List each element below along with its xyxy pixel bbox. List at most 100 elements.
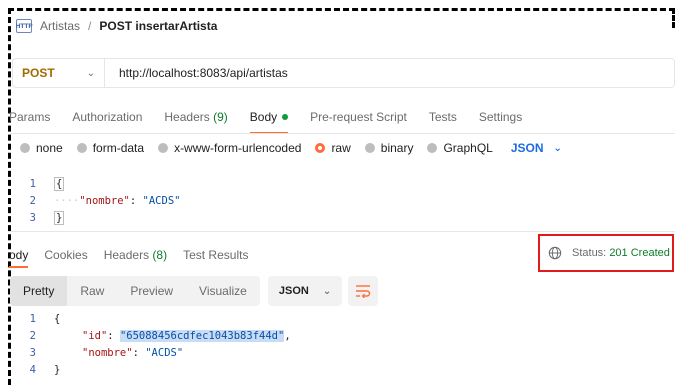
radio-icon <box>76 143 87 153</box>
radio-form-data[interactable]: form-data <box>76 141 145 155</box>
app-window: HTTP Artistas / POST insertarArtista POS… <box>0 0 675 385</box>
response-format-select[interactable]: JSON ⌄ <box>267 276 343 306</box>
radio-label: GraphQL <box>443 141 493 155</box>
view-mode-switch: Pretty Raw Preview Visualize <box>10 276 260 306</box>
breadcrumb-separator: / <box>88 19 92 33</box>
chevron-down-icon: ⌄ <box>322 285 332 297</box>
radio-icon <box>364 143 375 153</box>
tab-authorization[interactable]: Authorization <box>72 106 142 128</box>
tab-params[interactable]: Params <box>9 106 50 128</box>
dashed-border-left <box>8 8 11 385</box>
tab-label: Authorization <box>72 110 143 124</box>
radio-icon <box>20 143 30 153</box>
tab-label: Test Results <box>183 248 249 262</box>
line-number: 3 <box>29 212 36 224</box>
json-value-selected: "65088456cdfec1043b83f44d" <box>119 330 285 342</box>
line-number: 2 <box>29 195 36 207</box>
radio-icon <box>158 143 169 153</box>
json-key: "id" <box>82 330 108 342</box>
radio-icon <box>427 143 438 153</box>
request-title[interactable]: POST insertarArtista <box>99 19 217 33</box>
modified-dot-icon <box>282 114 289 120</box>
radio-label: binary <box>380 141 414 155</box>
wrap-lines-button[interactable] <box>348 276 379 306</box>
tab-tests[interactable]: Tests <box>429 106 457 128</box>
tab-settings[interactable]: Settings <box>479 106 522 128</box>
response-toolbar: Pretty Raw Preview Visualize JSON ⌄ <box>10 276 379 306</box>
request-body-editor[interactable]: 1 { 2 ····"nombre": "ACDS" 3 } <box>22 177 662 228</box>
radio-none[interactable]: none <box>20 141 63 155</box>
line-number: 2 <box>29 330 36 342</box>
response-tabs: ody Cookies Headers (8) Test Results <box>9 245 248 268</box>
tab-label: Settings <box>478 110 523 124</box>
body-format-select[interactable]: JSON ⌄ <box>511 141 562 155</box>
code-text: { <box>54 177 65 191</box>
view-pretty[interactable]: Pretty <box>10 276 68 306</box>
radio-binary[interactable]: binary <box>364 141 414 155</box>
view-visualize[interactable]: Visualize <box>186 276 260 306</box>
breadcrumb-parent[interactable]: Artistas <box>40 19 80 33</box>
code-line: { <box>54 177 65 191</box>
tab-response-headers[interactable]: Headers (8) <box>104 248 167 262</box>
tab-cookies[interactable]: Cookies <box>44 248 87 262</box>
wrap-lines-icon <box>356 285 371 298</box>
response-body-viewer[interactable]: 1 { 2 "id": "65088456cdfec1043b83f44d", … <box>22 313 662 379</box>
format-label: JSON <box>510 141 544 155</box>
tab-label: ody <box>9 248 29 262</box>
tab-label: Pre-request Script <box>310 110 407 124</box>
method-select[interactable]: POST ⌄ <box>13 59 105 87</box>
code-line: } <box>54 211 65 225</box>
indent-guide: ···· <box>54 195 80 207</box>
code-line: "nombre": "ACDS" <box>82 347 184 359</box>
radio-graphql[interactable]: GraphQL <box>427 141 493 155</box>
tab-label: Cookies <box>44 248 88 262</box>
line-number: 1 <box>29 178 36 190</box>
url-bar: POST ⌄ http://localhost:8083/api/artista… <box>12 58 675 88</box>
tab-label: Headers <box>103 248 150 262</box>
tab-body[interactable]: Body <box>249 106 289 134</box>
status-label: Status: <box>572 247 607 259</box>
radio-label: raw <box>331 141 351 155</box>
code-line: ····"nombre": "ACDS" <box>54 195 181 207</box>
tab-label: Body <box>249 110 278 124</box>
chevron-down-icon: ⌄ <box>553 142 562 154</box>
tab-pre-request-script[interactable]: Pre-request Script <box>310 106 407 128</box>
radio-label: form-data <box>92 141 145 155</box>
globe-icon[interactable] <box>548 246 562 260</box>
status-code: 201 Created <box>609 247 670 259</box>
tab-count: (8) <box>152 248 168 262</box>
line-number: 1 <box>29 313 36 325</box>
code-text: } <box>54 211 65 225</box>
radio-selected-icon <box>315 143 326 153</box>
view-raw[interactable]: Raw <box>67 276 117 306</box>
status-text[interactable]: Status: 201 Created <box>572 247 670 259</box>
http-icon: HTTP <box>16 19 33 33</box>
method-label: POST <box>22 66 55 80</box>
tab-label: Headers <box>164 110 210 124</box>
response-status: Status: 201 Created <box>538 234 674 272</box>
dashed-border-top <box>8 8 675 11</box>
radio-label: x-www-form-urlencoded <box>174 141 302 155</box>
line-number: 3 <box>29 347 36 359</box>
breadcrumb: HTTP Artistas / POST insertarArtista <box>16 16 217 36</box>
view-preview[interactable]: Preview <box>117 276 186 306</box>
code-line: { <box>54 313 61 325</box>
divider <box>10 133 675 134</box>
code-line: "id": "65088456cdfec1043b83f44d", <box>82 330 291 342</box>
divider <box>10 231 675 232</box>
body-type-options: none form-data x-www-form-urlencoded raw… <box>20 140 562 156</box>
request-tabs: Params Authorization Headers (9) Body Pr… <box>9 106 522 134</box>
radio-x-www-form-urlencoded[interactable]: x-www-form-urlencoded <box>158 141 301 155</box>
json-key: "nombre" <box>82 347 133 359</box>
url-input[interactable]: http://localhost:8083/api/artistas <box>105 66 288 80</box>
radio-raw[interactable]: raw <box>315 141 351 155</box>
chevron-down-icon: ⌄ <box>86 67 96 79</box>
json-value: "ACDS" <box>145 347 184 359</box>
tab-test-results[interactable]: Test Results <box>183 248 248 262</box>
tab-count: (9) <box>213 110 228 124</box>
format-label: JSON <box>278 285 309 297</box>
code-line: } <box>54 364 61 376</box>
tab-response-body[interactable]: ody <box>9 248 29 268</box>
tab-headers[interactable]: Headers (9) <box>164 106 227 128</box>
tab-label: Params <box>9 110 51 124</box>
